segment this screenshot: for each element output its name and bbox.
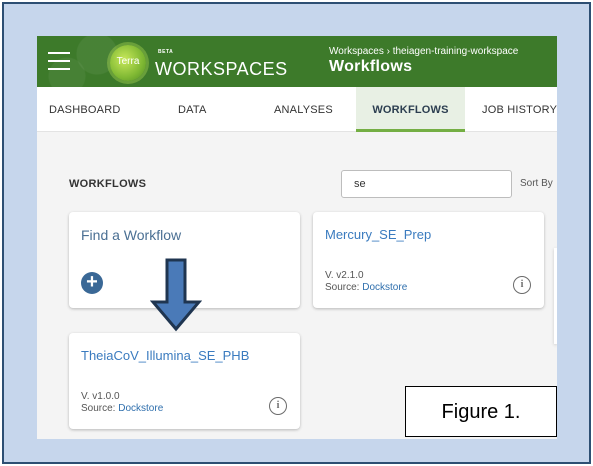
workflow-source: Source: Dockstore <box>325 282 408 293</box>
dockstore-link[interactable]: Dockstore <box>362 282 407 293</box>
menu-icon[interactable] <box>48 52 70 70</box>
info-icon[interactable]: i <box>269 397 287 415</box>
workspace-tabs: DASHBOARD DATA ANALYSES WORKFLOWS JOB HI… <box>37 87 557 132</box>
plus-circle-icon[interactable]: + <box>81 272 103 294</box>
section-title: WORKFLOWS <box>69 178 147 190</box>
workflow-source: Source: Dockstore <box>81 403 164 414</box>
workflow-version: V. v1.0.0 <box>81 391 120 402</box>
workflow-card-theiacov[interactable]: TheiaCoV_Illumina_SE_PHB V. v1.0.0 Sourc… <box>69 333 300 429</box>
tab-dashboard[interactable]: DASHBOARD <box>49 87 120 132</box>
figure-label: Figure 1. <box>405 386 557 437</box>
workflow-card-mercury[interactable]: Mercury_SE_Prep V. v2.1.0 Source: Dockst… <box>313 212 544 308</box>
app-header: Terra BETA WORKSPACES Workspaces › theia… <box>37 36 557 87</box>
tab-analyses[interactable]: ANALYSES <box>274 87 333 132</box>
logo-text: Terra <box>116 56 140 67</box>
app-title[interactable]: WORKSPACES <box>155 59 288 80</box>
info-icon[interactable]: i <box>513 276 531 294</box>
beta-badge: BETA <box>158 49 174 55</box>
tab-job-history[interactable]: JOB HISTORY <box>482 87 557 132</box>
workflow-name[interactable]: TheiaCoV_Illumina_SE_PHB <box>81 348 249 363</box>
workflow-search-input[interactable] <box>341 170 512 198</box>
workflow-name[interactable]: Mercury_SE_Prep <box>325 227 431 242</box>
terra-screenshot: Terra BETA WORKSPACES Workspaces › theia… <box>37 36 557 439</box>
terra-logo[interactable]: Terra <box>110 45 146 81</box>
page-title: Workflows <box>329 58 413 75</box>
partial-card <box>554 248 557 344</box>
tab-data[interactable]: DATA <box>178 87 207 132</box>
tab-workflows[interactable]: WORKFLOWS <box>356 87 465 132</box>
workflow-version: V. v2.1.0 <box>325 270 364 281</box>
breadcrumb[interactable]: Workspaces › theiagen-training-workspace <box>329 46 518 57</box>
dockstore-link[interactable]: Dockstore <box>118 403 163 414</box>
sort-by-label[interactable]: Sort By <box>520 178 553 189</box>
find-workflow-title: Find a Workflow <box>81 227 182 243</box>
down-arrow-icon <box>150 258 202 332</box>
